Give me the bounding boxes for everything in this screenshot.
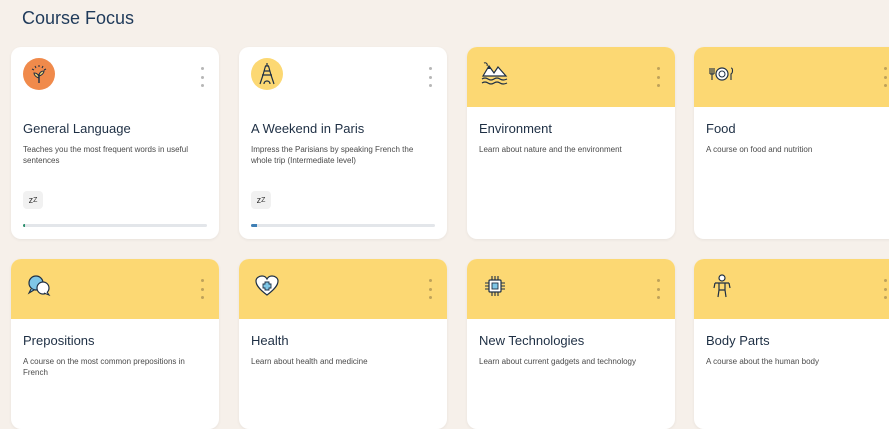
card-menu-button[interactable] <box>199 279 205 299</box>
course-card-body-parts[interactable]: Body Parts A course about the human body <box>694 259 889 429</box>
card-title: A Weekend in Paris <box>251 121 365 136</box>
card-title: Environment <box>479 121 552 136</box>
card-header <box>467 259 675 319</box>
card-menu-button[interactable] <box>882 67 888 87</box>
course-card-new-technologies[interactable]: New Technologies Learn about current gad… <box>467 259 675 429</box>
card-description: A course on the most common prepositions… <box>23 357 185 377</box>
mountains-water-icon <box>479 58 511 90</box>
card-title: New Technologies <box>479 333 585 348</box>
eiffel-tower-icon <box>251 58 283 90</box>
card-menu-button[interactable] <box>427 279 433 299</box>
card-description: Learn about nature and the environment <box>479 145 622 154</box>
page-title: Course Focus <box>22 8 135 28</box>
course-card-weekend-in-paris[interactable]: A Weekend in Paris Impress the Parisians… <box>239 47 447 239</box>
food-icon <box>706 58 738 90</box>
card-menu-button[interactable] <box>655 279 661 299</box>
snooze-badge[interactable]: zZ <box>23 191 43 209</box>
card-header <box>11 47 219 107</box>
card-description: Learn about current gadgets and technolo… <box>479 357 637 366</box>
card-header <box>694 47 889 107</box>
course-card-prepositions[interactable]: Prepositions A course on the most common… <box>11 259 219 429</box>
person-icon <box>706 270 738 302</box>
progress-fill <box>251 224 257 227</box>
card-menu-button[interactable] <box>655 67 661 87</box>
card-header <box>694 259 889 319</box>
card-description: A course on food and nutrition <box>706 145 813 154</box>
card-menu-button[interactable] <box>882 279 888 299</box>
progress-bar <box>251 224 435 227</box>
course-card-health[interactable]: Health Learn about health and medicine <box>239 259 447 429</box>
card-title: Prepositions <box>23 333 95 348</box>
progress-bar <box>23 224 207 227</box>
snooze-badge[interactable]: zZ <box>251 191 271 209</box>
card-description: Teaches you the most frequent words in u… <box>23 145 188 165</box>
speech-bubbles-icon <box>23 270 55 302</box>
card-menu-button[interactable] <box>427 67 433 87</box>
heart-medical-icon <box>251 270 283 302</box>
chip-icon <box>479 270 511 302</box>
card-menu-button[interactable] <box>199 67 205 87</box>
card-title: Health <box>251 333 289 348</box>
card-title: Food <box>706 121 736 136</box>
card-header <box>467 47 675 107</box>
card-description: A course about the human body <box>706 357 819 366</box>
course-card-general-language[interactable]: General Language Teaches you the most fr… <box>11 47 219 239</box>
sun-plant-icon <box>23 58 55 90</box>
card-title: General Language <box>23 121 131 136</box>
course-card-food[interactable]: Food A course on food and nutrition <box>694 47 889 239</box>
card-header <box>11 259 219 319</box>
card-description: Learn about health and medicine <box>251 357 368 366</box>
card-title: Body Parts <box>706 333 770 348</box>
card-header <box>239 259 447 319</box>
card-header <box>239 47 447 107</box>
course-card-environment[interactable]: Environment Learn about nature and the e… <box>467 47 675 239</box>
progress-fill <box>23 224 25 227</box>
card-description: Impress the Parisians by speaking French… <box>251 145 414 165</box>
